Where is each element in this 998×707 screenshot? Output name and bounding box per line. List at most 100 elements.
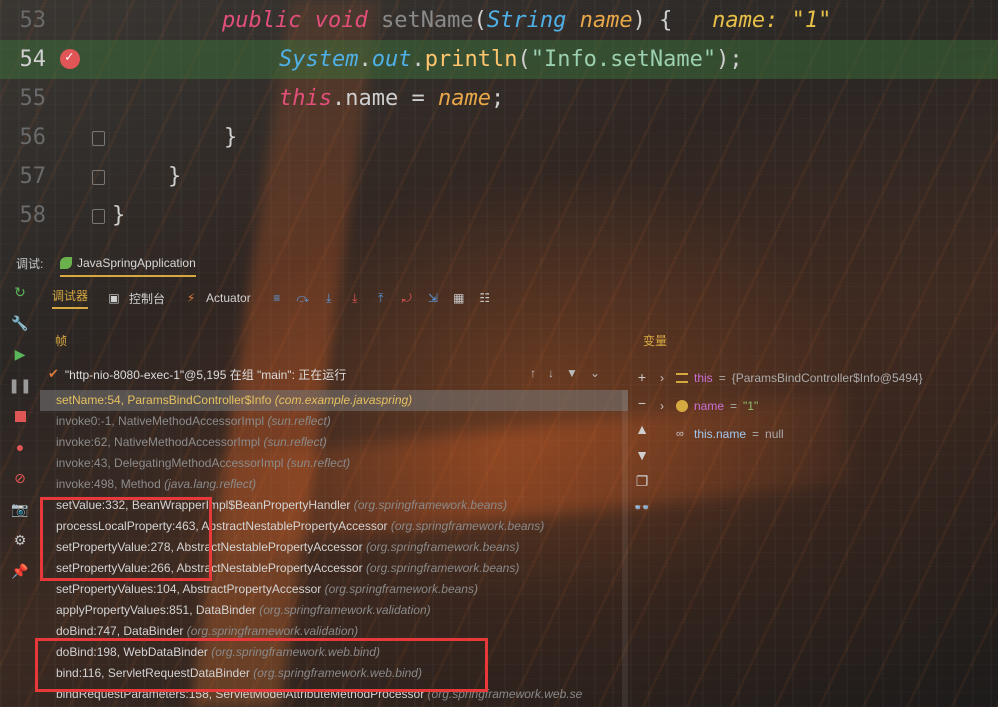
stack-frame[interactable]: doBind:198, WebDataBinder (org.springfra…	[40, 642, 628, 663]
frame-method: setValue:332, BeanWrapperImpl$BeanProper…	[56, 498, 354, 512]
frame-method: setPropertyValues:104, AbstractPropertyA…	[56, 582, 325, 596]
line-number: 57	[19, 164, 47, 189]
frame-package: (org.springframework.beans)	[390, 519, 545, 533]
step-out-icon[interactable]: ⤒	[373, 290, 389, 306]
thread-selector[interactable]: ✔ "http-nio-8080-exec-1"@5,195 在组 "main"…	[40, 363, 628, 385]
tab-console[interactable]: ▣ 控制台	[106, 290, 165, 307]
stack-frame[interactable]: applyPropertyValues:851, DataBinder (org…	[40, 600, 628, 621]
code-token: ) {	[632, 8, 713, 33]
frames-list[interactable]: setName:54, ParamsBindController$Info (c…	[40, 390, 628, 707]
frame-package: (com.example.javaspring)	[274, 393, 413, 407]
fold-icon[interactable]	[92, 209, 105, 224]
frame-method: setPropertyValue:278, AbstractNestablePr…	[56, 540, 366, 554]
tab-debugger[interactable]: 调试器	[52, 287, 89, 309]
fold-icon[interactable]	[92, 131, 105, 146]
stack-frame[interactable]: processLocalProperty:463, AbstractNestab…	[40, 516, 628, 537]
tab-actuator-label: Actuator	[206, 291, 251, 305]
frame-method: doBind:198, WebDataBinder	[56, 645, 212, 659]
code-token: String	[486, 8, 580, 33]
line-number: 54	[19, 47, 47, 72]
chevron-right-icon[interactable]: ›	[660, 392, 670, 420]
view-breakpoints-icon[interactable]: ●	[10, 437, 30, 457]
evaluate-icon[interactable]: ▦	[451, 290, 467, 306]
code-line[interactable]: 56 }	[0, 118, 998, 157]
minus-icon[interactable]: −	[633, 394, 651, 412]
pin-icon[interactable]: 📌	[10, 561, 30, 581]
trace-icon[interactable]: ☷	[477, 290, 493, 306]
console-icon: ▣	[108, 291, 120, 305]
frames-scrollbar[interactable]	[622, 390, 628, 707]
chevron-right-icon[interactable]: ›	[660, 364, 670, 392]
step-over-icon[interactable]: ⤼	[295, 290, 311, 306]
stack-frame[interactable]: invoke:62, NativeMethodAccessorImpl (sun…	[40, 432, 628, 453]
code-token: =	[411, 86, 438, 111]
stack-frame[interactable]: bindRequestParameters:158, ServletModelA…	[40, 684, 628, 705]
run-config-tab[interactable]: JavaSpringApplication	[60, 253, 196, 277]
frame-package: (org.springframework.web.bind)	[253, 666, 422, 680]
move-up-icon[interactable]: ▲	[633, 420, 651, 438]
stack-frame[interactable]: bind:116, ServletRequestDataBinder (org.…	[40, 663, 628, 684]
camera-icon[interactable]: 📷	[10, 499, 30, 519]
code-line-current[interactable]: 54 System.out.println("Info.setName");	[0, 38, 998, 79]
watch-row[interactable]: ∞ this.name = null	[660, 420, 990, 448]
code-line[interactable]: 58 }	[0, 196, 998, 235]
code-text: }	[224, 118, 237, 157]
code-line[interactable]: 53 public void setName(String name) { na…	[0, 1, 998, 40]
frame-package: (sun.reflect)	[286, 456, 351, 470]
fold-icon[interactable]	[92, 170, 105, 185]
move-down-icon[interactable]: ▼	[633, 446, 651, 464]
arrow-up-icon[interactable]: ↑	[530, 366, 536, 380]
variables-tree[interactable]: › this = {ParamsBindController$Info@5494…	[660, 364, 990, 448]
frame-method: doBind:747, DataBinder	[56, 624, 187, 638]
stack-frame[interactable]: setPropertyValues:104, AbstractPropertyA…	[40, 579, 628, 600]
stack-frame[interactable]: setName:54, ParamsBindController$Info (c…	[40, 390, 628, 411]
mute-breakpoints-icon[interactable]: ⊘	[10, 468, 30, 488]
arrow-down-icon[interactable]: ↓	[548, 366, 554, 380]
equals-sign: =	[718, 371, 726, 385]
stack-frame[interactable]: doBind:747, DataBinder (org.springframew…	[40, 621, 628, 642]
debug-tool-window-header: 调试: JavaSpringApplication	[0, 249, 998, 277]
chevron-down-icon[interactable]: ⌄	[590, 366, 600, 380]
resume-icon[interactable]: ▶	[10, 344, 30, 364]
tab-actuator[interactable]: ⚡ Actuator	[183, 290, 251, 306]
frame-package: (org.springframework.web.se	[427, 687, 583, 701]
stack-frame[interactable]: setValue:332, BeanWrapperImpl$BeanProper…	[40, 495, 628, 516]
variable-name: name	[694, 399, 725, 413]
add-icon[interactable]: +	[633, 368, 651, 386]
rerun-icon[interactable]: ↻	[10, 282, 30, 302]
variable-row[interactable]: › this = {ParamsBindController$Info@5494…	[660, 364, 990, 392]
stack-frame[interactable]: invoke:43, DelegatingMethodAccessorImpl …	[40, 453, 628, 474]
stack-frame[interactable]: invoke0:-1, NativeMethodAccessorImpl (su…	[40, 411, 628, 432]
step-into-icon[interactable]: ⤓	[321, 290, 337, 306]
stack-frame[interactable]: setPropertyValue:278, AbstractNestablePr…	[40, 537, 628, 558]
code-token: .	[411, 47, 425, 72]
force-step-into-icon[interactable]: ⤓	[347, 290, 363, 306]
code-editor[interactable]: 53 public void setName(String name) { na…	[0, 0, 998, 248]
variable-row[interactable]: › name = "1"	[660, 392, 990, 420]
code-token: println	[424, 47, 518, 72]
drop-frame-icon[interactable]: ⤾	[399, 290, 415, 306]
code-text: System.out.println("Info.setName");	[279, 40, 743, 79]
filter-icon[interactable]: ▼	[566, 366, 578, 380]
settings-icon[interactable]: ⚙	[10, 530, 30, 550]
copy-icon[interactable]: ❐	[633, 472, 651, 490]
menu-icon[interactable]: ≡	[269, 290, 285, 306]
code-line[interactable]: 55 this.name = name;	[0, 79, 998, 118]
frame-method: bind:116, ServletRequestDataBinder	[56, 666, 254, 680]
run-to-cursor-icon[interactable]: ⇲	[425, 290, 441, 306]
stop-icon[interactable]	[10, 406, 30, 426]
equals-sign: =	[730, 399, 738, 413]
frame-method: invoke0:-1, NativeMethodAccessorImpl	[56, 414, 268, 428]
frame-package: (org.springframework.beans)	[365, 561, 520, 575]
code-token: System	[279, 47, 359, 72]
wrench-icon[interactable]: 🔧	[10, 313, 30, 333]
glasses-icon[interactable]: 👓	[633, 498, 651, 516]
code-text: this.name = name;	[279, 79, 504, 118]
stack-frame[interactable]: invoke:498, Method (java.lang.reflect)	[40, 474, 628, 495]
code-token: setName	[380, 8, 474, 33]
pause-icon[interactable]: ❚❚	[8, 375, 31, 395]
code-line[interactable]: 57 }	[0, 157, 998, 196]
stack-frame[interactable]: setPropertyValue:266, AbstractNestablePr…	[40, 558, 628, 579]
code-token: name	[579, 8, 633, 33]
breakpoint-icon[interactable]	[60, 38, 80, 77]
